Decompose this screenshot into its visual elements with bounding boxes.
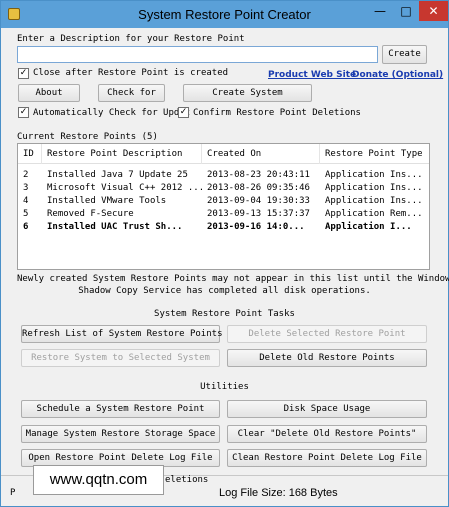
cell-type: Application Ins...: [325, 170, 423, 180]
table-row[interactable]: 2 Installed Java 7 Update 25 2013-08-23 …: [18, 168, 429, 182]
title-bar[interactable]: System Restore Point Creator — □ ✕: [1, 1, 448, 28]
donate-link[interactable]: Donate (Optional): [352, 70, 443, 80]
cell-id: 5: [23, 209, 29, 219]
auto-check-label: Automatically Check for Updat: [33, 108, 191, 118]
cell-id: 4: [23, 196, 29, 206]
schedule-restore-point-button[interactable]: Schedule a System Restore Point: [21, 400, 220, 418]
product-web-site-link[interactable]: Product Web Site: [268, 70, 356, 80]
restore-to-selected-button[interactable]: Restore System to Selected System: [21, 349, 220, 367]
confirm-deletions-label: Confirm Restore Point Deletions: [193, 108, 361, 118]
close-after-checkbox[interactable]: ✓: [18, 68, 29, 79]
cell-type: Application Ins...: [325, 183, 423, 193]
cell-created-on: 2013-09-16 14:0...: [207, 222, 305, 232]
table-row[interactable]: 5 Removed F-Secure 2013-09-13 15:37:37 A…: [18, 207, 429, 221]
cell-created-on: 2013-08-23 20:43:11: [207, 170, 310, 180]
close-button[interactable]: ✕: [419, 1, 448, 21]
disk-space-usage-button[interactable]: Disk Space Usage: [227, 400, 427, 418]
cell-created-on: 2013-09-13 15:37:37: [207, 209, 310, 219]
refresh-list-button[interactable]: Refresh List of System Restore Points: [21, 325, 222, 343]
table-row[interactable]: 4 Installed VMware Tools 2013-09-04 19:3…: [18, 194, 429, 208]
table-row[interactable]: 6 Installed UAC Trust Sh... 2013-09-16 1…: [18, 220, 429, 234]
restore-points-heading: Current Restore Points (5): [17, 132, 158, 142]
description-input[interactable]: [17, 46, 378, 63]
clean-log-button[interactable]: Clean Restore Point Delete Log File: [227, 449, 427, 467]
cell-created-on: 2013-09-04 19:30:33: [207, 196, 310, 206]
close-after-label: Close after Restore Point is created: [33, 68, 229, 78]
minimize-button[interactable]: —: [367, 1, 393, 21]
auto-check-checkbox[interactable]: ✓: [18, 107, 29, 118]
app-window: System Restore Point Creator — □ ✕ Enter…: [0, 0, 449, 507]
tasks-heading: System Restore Point Tasks: [154, 309, 295, 319]
description-label: Enter a Description for your Restore Poi…: [17, 34, 245, 44]
cell-description: Microsoft Visual C++ 2012 ...: [47, 183, 202, 193]
about-button[interactable]: About: [18, 84, 80, 102]
cell-description: Installed VMware Tools: [47, 196, 167, 206]
delete-old-button[interactable]: Delete Old Restore Points: [227, 349, 427, 367]
confirm-deletions-checkbox[interactable]: ✓: [178, 107, 189, 118]
cell-type: Application Rem...: [325, 209, 423, 219]
cell-type: Application Ins...: [325, 196, 423, 206]
cell-description: Installed UAC Trust Sh...: [47, 222, 183, 232]
cell-id: 6: [23, 222, 29, 232]
manage-storage-button[interactable]: Manage System Restore Storage Space: [21, 425, 220, 443]
cell-type: Application I...: [325, 222, 412, 232]
log-file-size: Log File Size: 168 Bytes: [219, 487, 338, 499]
notice-line-1: Newly created System Restore Points may …: [17, 274, 449, 284]
clear-delete-old-button[interactable]: Clear "Delete Old Restore Points": [227, 425, 427, 443]
list-header: ID Restore Point Description Created On …: [18, 144, 429, 164]
utilities-heading: Utilities: [200, 382, 249, 392]
column-header-created-on[interactable]: Created On: [202, 144, 320, 164]
maximize-button[interactable]: □: [393, 1, 419, 21]
watermark-box: www.qqtn.com: [33, 465, 164, 495]
column-header-type[interactable]: Restore Point Type: [320, 144, 429, 164]
footer-partial-text: P: [10, 488, 16, 498]
cell-id: 3: [23, 183, 29, 193]
cell-created-on: 2013-08-26 09:35:46: [207, 183, 310, 193]
delete-selected-button[interactable]: Delete Selected Restore Point: [227, 325, 427, 343]
check-for-updates-button[interactable]: Check for: [98, 84, 165, 102]
create-system-checkpoint-button[interactable]: Create System: [183, 84, 312, 102]
column-header-id[interactable]: ID: [18, 144, 42, 164]
table-row[interactable]: 3 Microsoft Visual C++ 2012 ... 2013-08-…: [18, 181, 429, 195]
cell-id: 2: [23, 170, 29, 180]
cell-description: Installed Java 7 Update 25: [47, 170, 188, 180]
column-header-description[interactable]: Restore Point Description: [42, 144, 202, 164]
cell-description: Removed F-Secure: [47, 209, 134, 219]
notice-line-2: Shadow Copy Service has completed all di…: [78, 286, 371, 296]
create-button[interactable]: Create: [382, 45, 427, 64]
restore-points-list[interactable]: ID Restore Point Description Created On …: [17, 143, 430, 270]
footer-hidden-text: eletions: [165, 475, 209, 485]
